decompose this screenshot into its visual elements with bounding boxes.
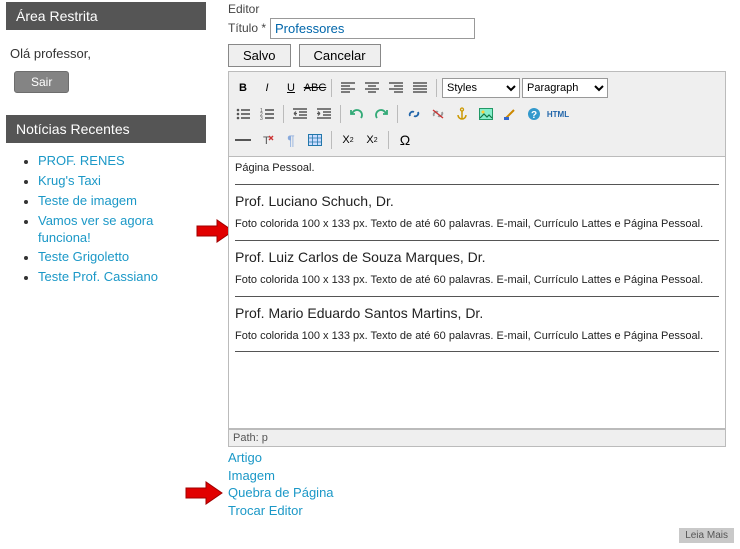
html-icon[interactable]: HTML [547,103,569,125]
visual-chars-icon[interactable]: ¶ [280,129,302,151]
toolbar-separator [436,79,437,97]
news-link[interactable]: Teste de imagem [38,193,137,208]
prof-desc: Foto colorida 100 x 133 px. Texto de até… [235,329,719,344]
toolbar-separator [340,105,341,123]
divider [235,240,719,241]
news-link[interactable]: Krug's Taxi [38,173,101,188]
superscript-icon[interactable]: X2 [361,129,383,151]
remove-format-icon[interactable]: T [256,129,278,151]
trocar-editor-link[interactable]: Trocar Editor [228,502,726,520]
prof-desc: Foto colorida 100 x 133 px. Texto de até… [235,217,719,232]
align-left-icon[interactable] [337,77,359,99]
news-link[interactable]: Teste Grigoletto [38,249,129,264]
artigo-link[interactable]: Artigo [228,449,726,467]
editor-toolbar: B I U ABC Styles Paragraph 123 [228,71,726,157]
underline-icon[interactable]: U [280,77,302,99]
content-text: Página Pessoal. [235,161,719,176]
title-label: Título * [228,21,266,35]
red-arrow-icon [184,480,224,506]
recent-news-header: Notícias Recentes [6,115,206,143]
svg-text:2: 2 [260,112,263,118]
imagem-link[interactable]: Imagem [228,467,726,485]
cancel-button[interactable]: Cancelar [299,44,381,67]
news-link[interactable]: Vamos ver se agora funciona! [38,213,153,245]
hr-icon[interactable] [232,129,254,151]
table-icon[interactable] [304,129,326,151]
read-more-badge[interactable]: Leia Mais [679,528,734,543]
prof-desc: Foto colorida 100 x 133 px. Texto de até… [235,273,719,288]
unlink-icon[interactable] [427,103,449,125]
undo-icon[interactable] [346,103,368,125]
indent-icon[interactable] [313,103,335,125]
paragraph-select[interactable]: Paragraph [522,78,608,98]
prof-name: Prof. Luiz Carlos de Souza Marques, Dr. [235,249,719,265]
bullet-list-icon[interactable] [232,103,254,125]
numbered-list-icon[interactable]: 123 [256,103,278,125]
cleanup-icon[interactable] [499,103,521,125]
align-justify-icon[interactable] [409,77,431,99]
logout-button[interactable]: Sair [14,71,69,93]
divider [235,351,719,352]
toolbar-separator [397,105,398,123]
divider [235,296,719,297]
editor-action-links: Artigo Imagem Quebra de Página Trocar Ed… [228,449,726,519]
greeting-text: Olá professor, [6,40,206,71]
svg-text:?: ? [531,110,537,121]
redo-icon[interactable] [370,103,392,125]
anchor-icon[interactable] [451,103,473,125]
bold-icon[interactable]: B [232,77,254,99]
align-center-icon[interactable] [361,77,383,99]
toolbar-separator [331,131,332,149]
align-right-icon[interactable] [385,77,407,99]
title-input[interactable] [270,18,475,39]
toolbar-separator [331,79,332,97]
help-icon[interactable]: ? [523,103,545,125]
image-icon[interactable] [475,103,497,125]
prof-name: Prof. Mario Eduardo Santos Martins, Dr. [235,305,719,321]
save-button[interactable]: Salvo [228,44,291,67]
toolbar-separator [283,105,284,123]
outdent-icon[interactable] [289,103,311,125]
editor-content[interactable]: Página Pessoal. Prof. Luciano Schuch, Dr… [228,157,726,429]
strikethrough-icon[interactable]: ABC [304,77,326,99]
editor-label: Editor [228,2,726,16]
svg-text:3: 3 [260,116,263,120]
news-link[interactable]: PROF. RENES [38,153,125,168]
styles-select[interactable]: Styles [442,78,520,98]
prof-name: Prof. Luciano Schuch, Dr. [235,193,719,209]
divider [235,184,719,185]
charmap-icon[interactable]: Ω [394,129,416,151]
restricted-area-header: Área Restrita [6,2,206,30]
subscript-icon[interactable]: X2 [337,129,359,151]
news-link[interactable]: Teste Prof. Cassiano [38,269,158,284]
svg-text:1: 1 [260,108,263,114]
svg-text:T: T [263,135,270,147]
toolbar-separator [388,131,389,149]
quebra-link[interactable]: Quebra de Página [228,484,726,502]
italic-icon[interactable]: I [256,77,278,99]
news-list: PROF. RENES Krug's Taxi Teste de imagem … [6,153,206,286]
link-icon[interactable] [403,103,425,125]
path-bar: Path: p [228,429,726,447]
